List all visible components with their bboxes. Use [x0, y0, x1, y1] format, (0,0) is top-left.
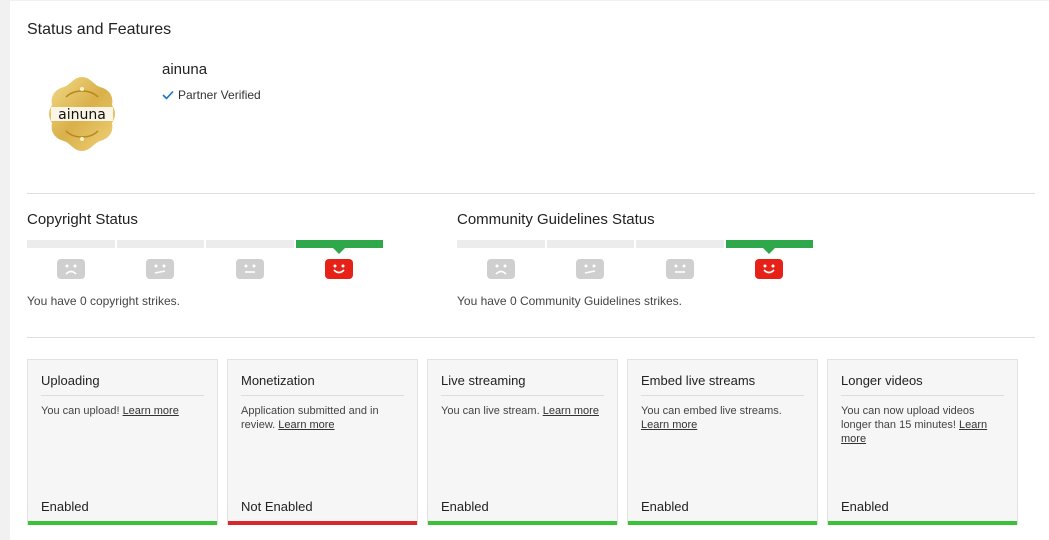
learn-more-link[interactable]: Learn more: [543, 405, 599, 417]
partner-verified: Partner Verified: [162, 88, 261, 102]
feature-card-description: Application submitted and in review. Lea…: [241, 404, 404, 432]
feature-card-longer-videos: Longer videos You can now upload videos …: [827, 359, 1018, 525]
feature-card-description: You can live stream. Learn more: [441, 404, 604, 418]
channel-logo: ainuna: [46, 75, 118, 153]
feature-card-description: You can now upload videos longer than 15…: [841, 404, 1004, 446]
sad-face-icon: [56, 259, 85, 279]
feature-card-title: Embed live streams: [641, 373, 804, 396]
uneasy-face-icon: [146, 259, 175, 279]
status-bar-enabled: [28, 521, 217, 525]
status-features-panel: Status and Features ainuna ainuna Partne…: [10, 1, 1049, 540]
community-guidelines-status: Community Guidelines Status You have 0 C…: [457, 211, 813, 308]
status-bar-enabled: [628, 521, 817, 525]
logo-wordmark: ainuna: [58, 107, 106, 123]
community-strikes-text: You have 0 Community Guidelines strikes.: [457, 294, 682, 308]
happy-face-icon: [325, 259, 354, 279]
feature-card-monetization: Monetization Application submitted and i…: [227, 359, 418, 525]
learn-more-link[interactable]: Learn more: [123, 405, 179, 417]
status-bar-not-enabled: [228, 521, 417, 525]
feature-cards: Uploading You can upload! Learn more Ena…: [27, 359, 1018, 525]
feature-card-title: Monetization: [241, 373, 404, 396]
channel-name: ainuna: [162, 61, 208, 78]
feature-card-embed-live-streams: Embed live streams You can embed live st…: [627, 359, 818, 525]
feature-card-description: You can embed live streams. Learn more: [641, 404, 804, 432]
sad-face-icon: [486, 259, 515, 279]
uneasy-face-icon: [576, 259, 605, 279]
feature-card-live-streaming: Live streaming You can live stream. Lear…: [427, 359, 618, 525]
strike-level-bar: [206, 240, 294, 248]
neutral-face-icon: [235, 259, 264, 279]
feature-card-text: You can embed live streams.: [641, 405, 782, 417]
feature-card-title: Uploading: [41, 373, 204, 396]
status-bar-enabled: [428, 521, 617, 525]
feature-card-title: Live streaming: [441, 373, 604, 396]
feature-card-description: You can upload! Learn more: [41, 404, 204, 418]
strike-level-bar-active: [725, 240, 813, 254]
feature-card-uploading: Uploading You can upload! Learn more Ena…: [27, 359, 218, 525]
strike-level-bar: [546, 240, 634, 248]
strike-level-bar: [457, 240, 545, 248]
feature-card-text: You can now upload videos longer than 15…: [841, 405, 975, 431]
channel-logo-image: ainuna: [49, 77, 115, 151]
strike-level-bar: [116, 240, 204, 248]
community-status-title: Community Guidelines Status: [457, 211, 655, 228]
feature-card-title: Longer videos: [841, 373, 1004, 396]
divider: [27, 337, 1035, 338]
strike-level-bar: [27, 240, 115, 248]
learn-more-link[interactable]: Learn more: [641, 419, 697, 431]
feature-card-status: Not Enabled: [241, 499, 313, 514]
feature-card-status: Enabled: [641, 499, 689, 514]
strike-level-bar: [636, 240, 724, 248]
community-faces: [457, 259, 813, 279]
feature-card-status: Enabled: [841, 499, 889, 514]
status-bar-enabled: [828, 521, 1017, 525]
copyright-strike-bars: [27, 240, 383, 254]
page-title: Status and Features: [27, 21, 172, 38]
strike-level-bar-active: [295, 240, 383, 254]
copyright-faces: [27, 259, 383, 279]
community-strike-bars: [457, 240, 813, 254]
learn-more-link[interactable]: Learn more: [278, 419, 334, 431]
copyright-strikes-text: You have 0 copyright strikes.: [27, 294, 180, 308]
partner-verified-label: Partner Verified: [178, 88, 261, 102]
feature-card-text: You can upload!: [41, 405, 123, 417]
feature-card-text: You can live stream.: [441, 405, 543, 417]
feature-card-status: Enabled: [441, 499, 489, 514]
copyright-status-title: Copyright Status: [27, 211, 138, 228]
checkmark-icon: [162, 90, 174, 100]
copyright-status: Copyright Status You have 0 copyright st…: [27, 211, 383, 308]
neutral-face-icon: [665, 259, 694, 279]
happy-face-icon: [755, 259, 784, 279]
divider: [27, 193, 1035, 194]
feature-card-status: Enabled: [41, 499, 89, 514]
